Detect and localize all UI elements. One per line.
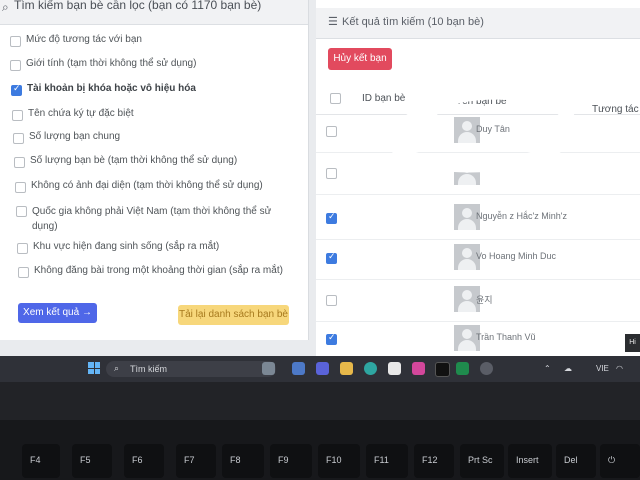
key-f6[interactable]: F6	[124, 444, 164, 478]
power-icon: ⏻	[608, 455, 616, 465]
key-f12[interactable]: F12	[414, 444, 454, 478]
key-f11[interactable]: F11	[366, 444, 408, 478]
cloud-icon: ☁	[564, 364, 572, 373]
handdrawn-circle-annotation	[389, 85, 576, 173]
excel-icon[interactable]	[456, 362, 469, 375]
app-icon[interactable]	[480, 362, 493, 375]
chevron-up-icon[interactable]: ⌃	[544, 364, 551, 373]
file-explorer-icon[interactable]	[340, 362, 353, 375]
wifi-icon[interactable]: ◠	[616, 364, 623, 373]
key-power[interactable]: ⏻	[600, 444, 640, 478]
key-f9[interactable]: F9	[270, 444, 312, 478]
key-f8[interactable]: F8	[222, 444, 264, 478]
laptop-keyboard: F4 F5 F6 F7 F8 F9 F10 F11 F12 Prt Sc Ins…	[0, 382, 640, 480]
taskbar-search[interactable]: ⌕ Tìm kiếm	[106, 361, 276, 377]
windows-start-icon[interactable]	[88, 362, 100, 374]
task-view-icon[interactable]	[262, 362, 275, 375]
monitor-screen: ⌕ Tìm kiếm bạn bè cần lọc (bạn có 1170 b…	[0, 0, 640, 356]
function-key-row: F4 F5 F6 F7 F8 F9 F10 F11 F12 Prt Sc Ins…	[0, 444, 640, 480]
key-f10[interactable]: F10	[318, 444, 360, 478]
edge-icon[interactable]	[364, 362, 377, 375]
key-delete[interactable]: Del	[556, 444, 596, 478]
key-f5[interactable]: F5	[72, 444, 112, 478]
instagram-icon[interactable]	[412, 362, 425, 375]
teams-icon[interactable]	[316, 362, 329, 375]
key-insert[interactable]: Insert	[508, 444, 552, 478]
windows-taskbar: ⌕ Tìm kiếm ⌃ ☁ VIE ◠	[0, 356, 640, 382]
app-icon[interactable]	[388, 362, 401, 375]
taskbar-search-label: Tìm kiếm	[130, 364, 167, 374]
key-f4[interactable]: F4	[22, 444, 60, 478]
key-f7[interactable]: F7	[176, 444, 216, 478]
language-indicator[interactable]: VIE	[596, 364, 609, 373]
keyboard-hinge	[0, 382, 640, 420]
tiktok-icon[interactable]	[435, 362, 450, 377]
search-icon: ⌕	[114, 363, 120, 373]
key-print-screen[interactable]: Prt Sc	[460, 444, 504, 478]
app-icon[interactable]	[292, 362, 305, 375]
